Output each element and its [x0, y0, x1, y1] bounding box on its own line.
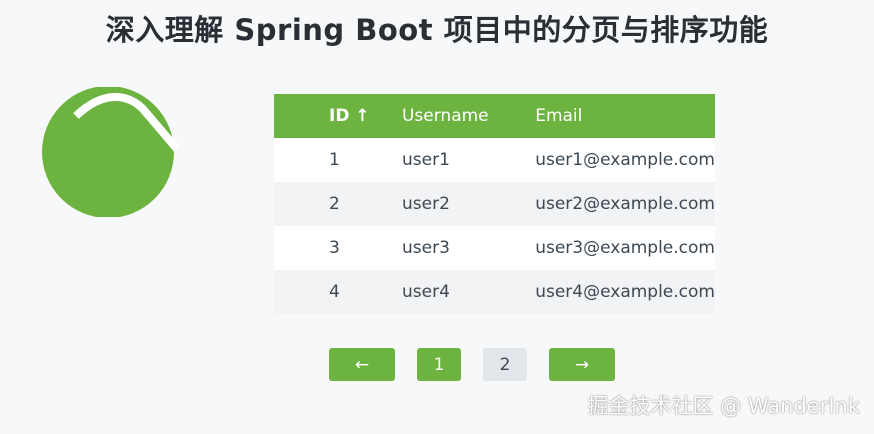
cell-email: user1@example.com [535, 138, 715, 182]
cell-email: user4@example.com [535, 270, 715, 314]
cell-username: user1 [401, 138, 536, 182]
page-button-1[interactable]: 1 [417, 348, 461, 381]
prev-page-button[interactable]: ← [329, 348, 395, 381]
cell-id: 4 [274, 270, 402, 314]
cell-id: 2 [274, 182, 402, 226]
column-header-email[interactable]: Email [535, 94, 715, 138]
arrow-left-icon: ← [354, 354, 370, 375]
table-row: 3 user3 user3@example.com [274, 226, 715, 270]
cell-email: user2@example.com [535, 182, 715, 226]
next-page-button[interactable]: → [549, 348, 615, 381]
cell-username: user4 [401, 270, 536, 314]
spring-logo-icon [42, 87, 181, 217]
table-row: 4 user4 user4@example.com [274, 270, 715, 314]
table-header-row: ID ↑ Username Email [274, 94, 715, 138]
cell-username: user3 [401, 226, 536, 270]
table-row: 2 user2 user2@example.com [274, 182, 715, 226]
cell-id: 1 [274, 138, 402, 182]
column-header-username[interactable]: Username [401, 94, 536, 138]
cell-username: user2 [401, 182, 536, 226]
column-header-id[interactable]: ID ↑ [274, 94, 402, 138]
pagination: ← 1 2 → [0, 348, 874, 381]
arrow-right-icon: → [574, 354, 590, 375]
watermark: 掘金技术社区 @ WanderInk [587, 394, 861, 418]
table-row: 1 user1 user1@example.com [274, 138, 715, 182]
cell-id: 3 [274, 226, 402, 270]
users-table: ID ↑ Username Email 1 user1 user1@exampl… [274, 94, 715, 314]
cell-email: user3@example.com [535, 226, 715, 270]
page-button-2[interactable]: 2 [483, 348, 527, 381]
page-title: 深入理解 Spring Boot 项目中的分页与排序功能 [105, 13, 769, 47]
